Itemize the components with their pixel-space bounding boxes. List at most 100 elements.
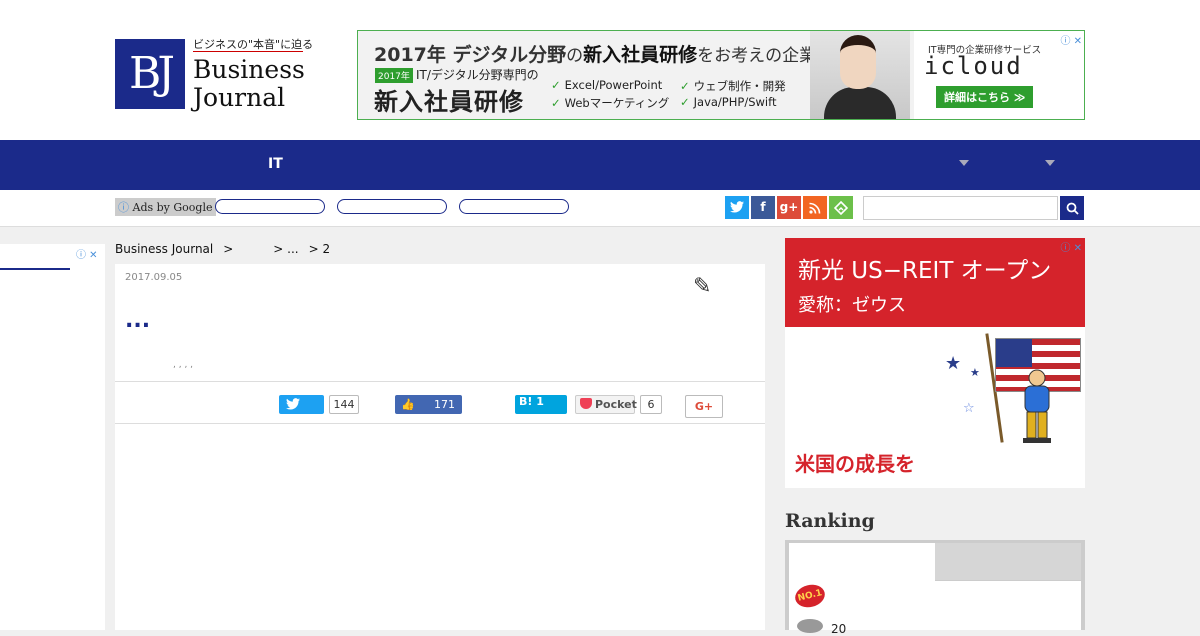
breadcrumb-separator: > — [223, 242, 234, 256]
ad-close-icon[interactable]: ⓘ ✕ — [1060, 239, 1082, 254]
pocket-button[interactable]: Pocket — [575, 395, 637, 414]
ad-check-item: ✓ Java/PHP/Swift — [680, 95, 776, 109]
rss-icon[interactable] — [803, 196, 827, 219]
star-icon: ☆ — [963, 401, 975, 416]
share-bar: 144 👍 171 B! 1 Pocket 6 G+ — [115, 381, 765, 424]
ad-subhead: IT/デジタル分野専門の — [416, 68, 539, 82]
pocket-count: 6 — [640, 395, 662, 414]
ad-link-pill[interactable] — [459, 199, 569, 214]
nav-item-it[interactable]: IT — [268, 156, 283, 172]
ad-model-suit — [824, 87, 896, 119]
like-count: 171 — [434, 398, 455, 411]
left-side-ad[interactable]: ⓘ ✕ — [0, 244, 105, 630]
ad-close-icon[interactable]: ⓘ ✕ — [1060, 32, 1082, 47]
ad-check-label: Java/PHP/Swift — [693, 95, 777, 109]
ad-check-label: ウェブ制作・開発 — [693, 79, 786, 93]
breadcrumb-page: > 2 — [308, 242, 331, 256]
ad-headline-a: デジタル分野 — [445, 44, 567, 66]
ranking-tab-active[interactable] — [789, 543, 935, 583]
ad-brand-name: icloud — [924, 52, 1023, 80]
sub-toolbar: ⓘ Ads by Google f g+ — [0, 190, 1200, 227]
star-icon: ★ — [970, 366, 980, 379]
ad-brand-panel: IT専門の企業研修サービス icloud 詳細はこちら ≫ ⓘ ✕ — [914, 31, 1084, 119]
check-icon: ✓ — [680, 95, 690, 109]
ad-model-face — [840, 35, 876, 89]
left-ad-underline — [0, 268, 70, 270]
logo-word-business: Business — [193, 55, 305, 84]
pocket-label: Pocket — [595, 398, 637, 411]
search-input[interactable] — [863, 196, 1058, 220]
article-tags: , , , , — [173, 360, 194, 370]
ranking-heading: Ranking — [785, 510, 875, 532]
rank-badge-1: NO.1 — [792, 581, 828, 611]
facebook-like-button[interactable]: 👍 171 — [395, 395, 462, 414]
rank-badge-2 — [797, 619, 823, 633]
ad-link-pill[interactable] — [215, 199, 325, 214]
check-icon: ✓ — [680, 79, 690, 93]
chevron-down-icon[interactable] — [1045, 160, 1055, 166]
ad-check-label: Webマーケティング — [564, 96, 670, 110]
twitter-icon[interactable] — [725, 196, 749, 219]
logo-tagline: ビジネスの"本音"に迫る — [193, 38, 314, 51]
right-side-ad[interactable]: 新光 US−REIT オープン 愛称：ゼウス ⓘ ✕ ★ ★ ☆ 米国の成長を — [785, 238, 1085, 488]
check-icon: ✓ — [551, 96, 561, 110]
ranking-panel: NO.1 20 — [785, 540, 1085, 636]
ad-check-item: ✓ Excel/PowerPoint — [551, 78, 662, 92]
main-nav: IT — [0, 140, 1200, 190]
ad-link-pill[interactable] — [337, 199, 447, 214]
tweet-count: 144 — [329, 395, 359, 414]
ad-big-text: 新入社員研修 — [374, 88, 524, 116]
pencil-icon: ✎ — [693, 274, 712, 299]
star-icon: ★ — [945, 353, 962, 374]
ad-headline: 2017年 デジタル分野の新入社員研修をお考えの企業さま — [374, 40, 850, 67]
ad-close-icon[interactable]: ⓘ ✕ — [76, 246, 98, 261]
article-card: 2017.09.05 ✎ ... , , , , 144 👍 171 B! 1 … — [115, 264, 765, 630]
right-ad-bottom-text: 米国の成長を — [795, 452, 915, 476]
mascot-figure — [1023, 369, 1051, 443]
ad-headline-b: の — [566, 46, 584, 66]
ad-headline-c: 新入社員研修 — [583, 44, 698, 66]
pocket-icon — [580, 398, 592, 409]
ranking-entry-text[interactable]: 20 — [831, 622, 846, 636]
hatena-label: B! 1 — [519, 395, 544, 408]
ranking-tab[interactable] — [935, 543, 1081, 580]
ad-check-item: ✓ Webマーケティング — [551, 95, 669, 111]
right-ad-header: 新光 US−REIT オープン 愛称：ゼウス — [785, 238, 1085, 327]
hatena-bookmark-button[interactable]: B! 1 — [515, 395, 567, 414]
ad-cta-button[interactable]: 詳細はこちら ≫ — [936, 86, 1034, 108]
ads-by-google[interactable]: ⓘ Ads by Google — [115, 198, 217, 216]
right-ad-line1: 新光 US−REIT オープン — [798, 258, 1052, 284]
ad-model-photo — [810, 31, 910, 119]
top-ad-banner[interactable]: 2017年 デジタル分野の新入社員研修をお考えの企業さま 2017年 IT/デジ… — [357, 30, 1085, 120]
google-plus-button[interactable]: G+ — [685, 395, 723, 418]
logo-divider — [193, 51, 303, 52]
article-date: 2017.09.05 — [125, 272, 183, 283]
facebook-icon[interactable]: f — [751, 196, 775, 219]
ad-year-badge: 2017年 — [375, 68, 413, 83]
site-logo[interactable]: BJ ビジネスの"本音"に迫る Business Journal — [115, 36, 314, 118]
right-ad-line2: 愛称：ゼウス — [798, 295, 906, 316]
google-plus-icon[interactable]: g+ — [777, 196, 801, 219]
thumbs-up-icon: 👍 — [401, 398, 415, 411]
ranking-list: NO.1 20 — [789, 581, 1081, 636]
feedly-icon[interactable] — [829, 196, 853, 219]
site-header: BJ ビジネスの"本音"に迫る Business Journal 2017年 デ… — [0, 0, 1200, 140]
breadcrumb-section[interactable]: > ... — [273, 242, 298, 256]
breadcrumb-home[interactable]: Business Journal — [115, 242, 213, 256]
check-icon: ✓ — [551, 78, 561, 92]
search-icon — [1066, 202, 1079, 215]
flag-canton — [996, 339, 1032, 367]
logo-mark: BJ — [115, 39, 185, 109]
search-button[interactable] — [1060, 196, 1084, 220]
article-title: ... — [125, 308, 151, 333]
breadcrumb: Business Journal > > ... > 2 — [115, 242, 340, 256]
ad-check-label: Excel/PowerPoint — [564, 78, 663, 92]
info-icon: ⓘ — [118, 201, 129, 214]
ad-headline-year: 2017年 — [374, 44, 446, 66]
ads-by-google-label: Ads by Google — [132, 201, 213, 214]
chevron-down-icon[interactable] — [959, 160, 969, 166]
ad-check-item: ✓ ウェブ制作・開発 — [680, 78, 786, 94]
twitter-icon — [286, 398, 300, 410]
logo-word-journal: Journal — [193, 83, 286, 112]
tweet-button[interactable] — [279, 395, 324, 414]
